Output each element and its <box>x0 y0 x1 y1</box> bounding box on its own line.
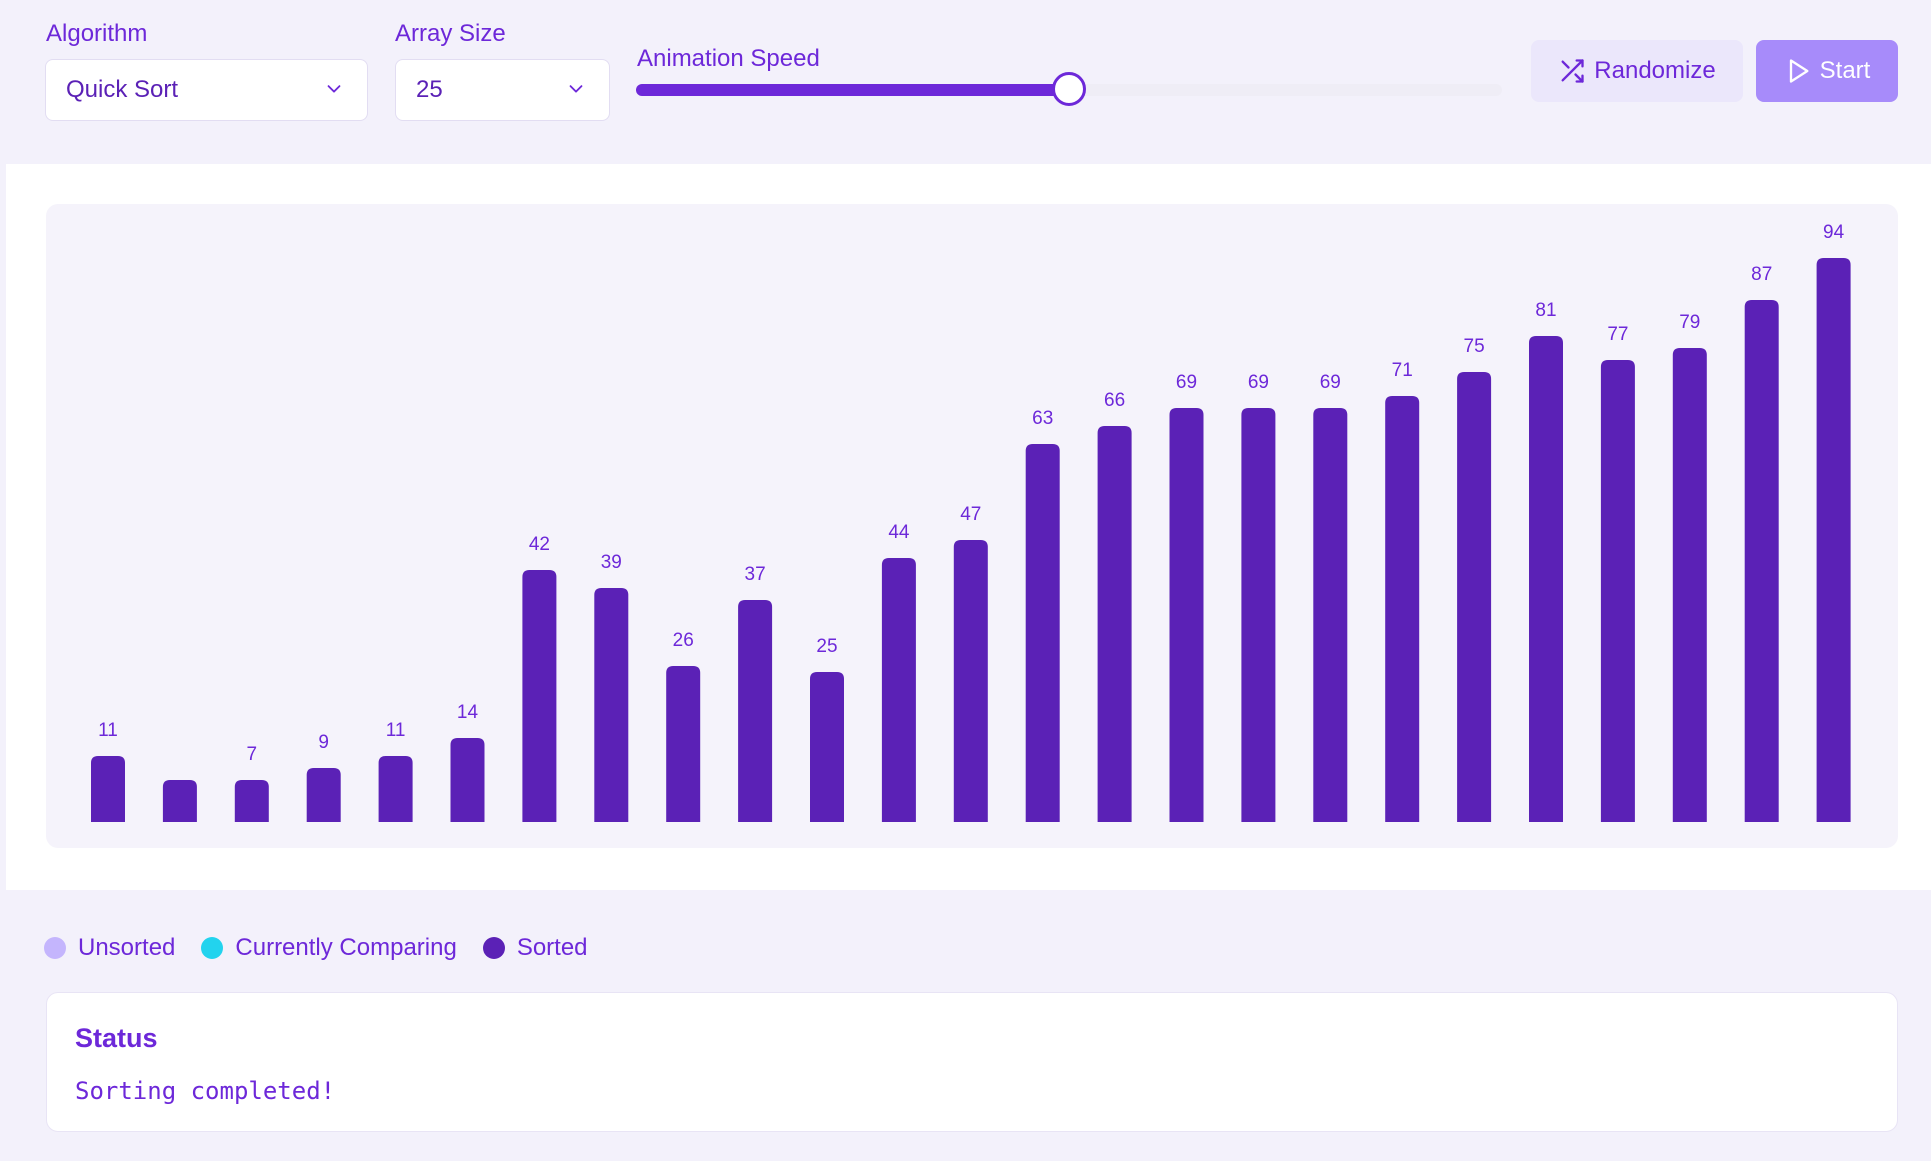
array-size-value: 25 <box>416 76 443 103</box>
start-button[interactable]: Start <box>1756 40 1898 102</box>
legend-dot-comparing <box>201 937 224 959</box>
randomize-button[interactable]: Randomize <box>1531 40 1743 102</box>
controls-bar: Algorithm Quick Sort Array Size 25 Anima… <box>0 0 1931 164</box>
legend: Unsorted Currently Comparing Sorted <box>44 932 588 964</box>
bar-value-label-3: 7 <box>247 744 258 765</box>
bar-value-label-15: 66 <box>1104 390 1125 411</box>
bar-value-label-4: 9 <box>318 732 329 753</box>
shuffle-icon <box>1561 59 1584 83</box>
bar-23 <box>1672 348 1707 822</box>
start-label: Start <box>1819 57 1871 84</box>
bar-value-label-21: 81 <box>1535 300 1556 321</box>
bar-value-label-24: 87 <box>1751 264 1772 285</box>
bar-value-label-8: 39 <box>601 552 622 573</box>
bar-25 <box>1816 258 1851 822</box>
bar-chart-svg: 1179111442392637254447636669 69 6971758177… <box>91 222 1851 822</box>
bar-16 <box>1169 408 1204 822</box>
bar-15 <box>1097 426 1132 822</box>
legend-label-comparing: Currently Comparing <box>235 934 457 961</box>
legend-item-sorted: Sorted <box>482 934 588 962</box>
bar-value-label-16: 69 <box>1176 372 1197 393</box>
animation-speed-slider[interactable] <box>636 72 1502 106</box>
status-message: Sorting completed! <box>75 1077 336 1105</box>
bar-18 <box>1313 408 1348 822</box>
bar-6 <box>450 738 485 822</box>
slider-thumb[interactable] <box>1052 72 1086 106</box>
bar-1 <box>91 756 125 822</box>
algorithm-value: Quick Sort <box>66 76 179 103</box>
status-card: Status Sorting completed! <box>46 992 1898 1132</box>
bar-value-label-25: 94 <box>1823 222 1845 243</box>
bar-value-label-1: 11 <box>98 720 118 741</box>
array-size-select[interactable]: 25 <box>395 59 610 121</box>
bar-value-label-13: 47 <box>960 504 981 525</box>
bar-value-label-23: 79 <box>1679 312 1700 333</box>
bar-3 <box>234 780 269 822</box>
visualization-panel: 11 7 9 11 14 42 39 26 37 25 44 47 63 66 69 69 69 71 75 81 77… <box>6 164 1931 890</box>
bar-4 <box>306 768 341 822</box>
bar-11 <box>810 672 844 822</box>
bar-value-label-19: 71 <box>1392 360 1413 381</box>
bar-value-label-20: 75 <box>1464 336 1485 357</box>
bar-19 <box>1385 396 1420 822</box>
legend-label-unsorted: Unsorted <box>78 934 176 961</box>
legend-item-comparing: Currently Comparing <box>201 934 457 962</box>
bar-value-label-11: 25 <box>816 636 837 657</box>
chevron-down-icon <box>569 85 583 93</box>
bar-value-label-22: 77 <box>1607 324 1628 345</box>
bar-value-label-14: 63 <box>1032 408 1053 429</box>
legend-dot-unsorted <box>44 937 66 959</box>
bar-7 <box>522 570 557 822</box>
legend-label-sorted: Sorted <box>516 934 588 961</box>
legend-dot-sorted <box>482 937 505 959</box>
bar-value-label-5: 11 <box>386 720 406 741</box>
array-size-label: Array Size <box>395 20 506 47</box>
bar-value-label-7: 42 <box>529 534 550 555</box>
algorithm-select[interactable]: Quick Sort <box>45 59 368 121</box>
bar-2 <box>162 780 197 822</box>
bar-value-label-10: 37 <box>745 564 766 585</box>
bar-12 <box>881 558 916 822</box>
bar-24 <box>1744 300 1779 822</box>
legend-item-unsorted: Unsorted <box>44 934 175 962</box>
randomize-label: Randomize <box>1594 57 1716 84</box>
bar-8 <box>594 588 629 822</box>
bar-21 <box>1529 336 1563 822</box>
bar-9 <box>666 666 701 822</box>
bar-value-label-17: 69 <box>1248 372 1269 393</box>
bar-10 <box>738 600 773 822</box>
bar-value-label-12: 44 <box>888 522 910 543</box>
animation-speed-label: Animation Speed <box>637 45 820 72</box>
play-icon <box>1789 59 1809 83</box>
algorithm-label: Algorithm <box>46 20 148 47</box>
bar-20 <box>1457 372 1492 822</box>
bar-5 <box>378 756 413 822</box>
bar-13 <box>953 540 988 822</box>
bar-chart: 11 7 9 11 14 42 39 26 37 25 44 47 63 66 69 69 69 71 75 81 77… <box>46 204 1898 848</box>
bar-value-label-6: 14 <box>457 702 479 723</box>
status-title: Status <box>75 1023 158 1053</box>
bar-22 <box>1600 360 1635 822</box>
bar-value-label-9: 26 <box>673 630 694 651</box>
bar-14 <box>1025 444 1060 822</box>
bar-17 <box>1241 408 1276 822</box>
chevron-down-icon <box>327 85 341 93</box>
slider-fill <box>636 84 1069 96</box>
bar-value-label-18: 69 <box>1320 372 1341 393</box>
